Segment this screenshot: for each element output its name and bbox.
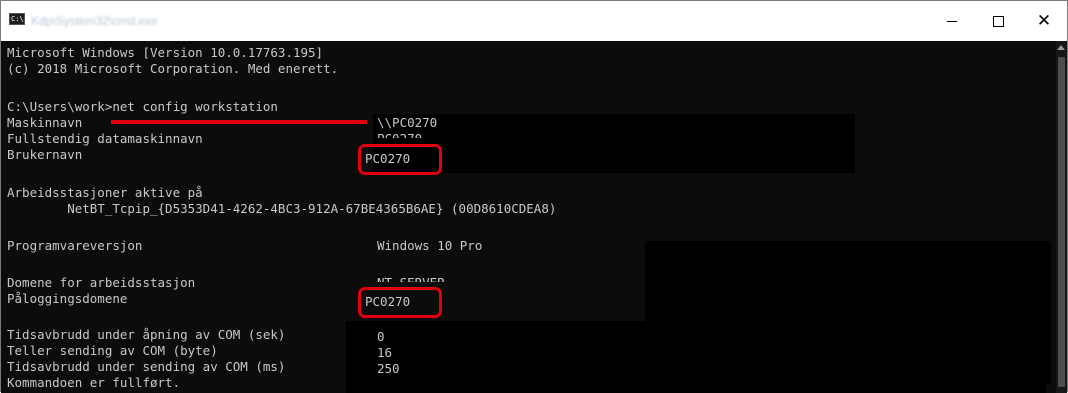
scrollbar-thumb[interactable]: [1058, 57, 1065, 387]
close-button[interactable]: ✕: [1021, 1, 1067, 41]
label-domene: Domene for arbeidsstasjon: [7, 275, 196, 290]
label-paloggingsdomene: Påloggingsdomene: [7, 291, 128, 306]
label-teller-sending: Teller sending av COM (byte): [7, 343, 218, 358]
command-prompt-window: C:\ Kdp\System32\cmd.exe ✕ Microsoft Win…: [0, 0, 1068, 393]
value-tidsavbrudd-apning: 0: [377, 329, 385, 344]
label-fullstendig-datamaskinnavn: Fullstendig datamaskinnavn: [7, 131, 203, 146]
value-arbeidsstasjoner: NetBT_Tcpip_{D5353D41-4262-4BC3-912A-67B…: [7, 201, 557, 216]
window-title: Kdp\System32\cmd.exe: [31, 14, 158, 28]
vertical-scrollbar[interactable]: [1056, 41, 1067, 393]
minimize-button[interactable]: [929, 1, 975, 41]
label-brukernavn: Brukernavn: [7, 147, 83, 162]
scroll-up-icon[interactable]: [1057, 45, 1065, 50]
close-icon: ✕: [1036, 11, 1052, 31]
value-maskinnavn: \\PC0270: [377, 115, 438, 130]
value-domene: NT-SERVER: [377, 275, 445, 282]
label-tidsavbrudd-sending: Tidsavbrudd under sending av COM (ms): [7, 359, 286, 374]
label-maskinnavn: Maskinnavn: [7, 115, 83, 130]
maximize-button[interactable]: [975, 1, 1021, 41]
annotation-box-brukernavn: [358, 144, 442, 175]
cmd-icon: C:\: [9, 13, 25, 25]
title-bar[interactable]: C:\ Kdp\System32\cmd.exe ✕: [1, 1, 1067, 41]
console-line: (c) 2018 Microsoft Corporation. Med ener…: [7, 61, 339, 76]
console-line: Microsoft Windows [Version 10.0.17763.19…: [7, 45, 324, 60]
annotation-box-paloggingsdomene: [358, 287, 442, 318]
maximize-icon: [992, 16, 1004, 27]
command-prompt-line: C:\Users\work>net config workstation: [7, 99, 278, 114]
value-tidsavbrudd-sending: 250: [377, 361, 400, 376]
redaction-block: [346, 321, 1046, 393]
annotation-underline: [111, 120, 367, 124]
value-fullstendig-datamaskinnavn: PC0270: [377, 131, 422, 138]
value-teller-sending: 16: [377, 345, 393, 360]
label-arbeidsstasjoner: Arbeidsstasjoner aktive på: [7, 185, 203, 200]
minimize-icon: [947, 21, 957, 22]
command-complete-line: Kommandoen er fullført.: [7, 375, 181, 390]
label-programvareversjon: Programvareversjon: [7, 238, 143, 253]
redaction-block: [373, 114, 855, 173]
label-tidsavbrudd-apning: Tidsavbrudd under åpning av COM (sek): [7, 327, 286, 342]
value-programvareversjon: Windows 10 Pro: [377, 238, 483, 253]
